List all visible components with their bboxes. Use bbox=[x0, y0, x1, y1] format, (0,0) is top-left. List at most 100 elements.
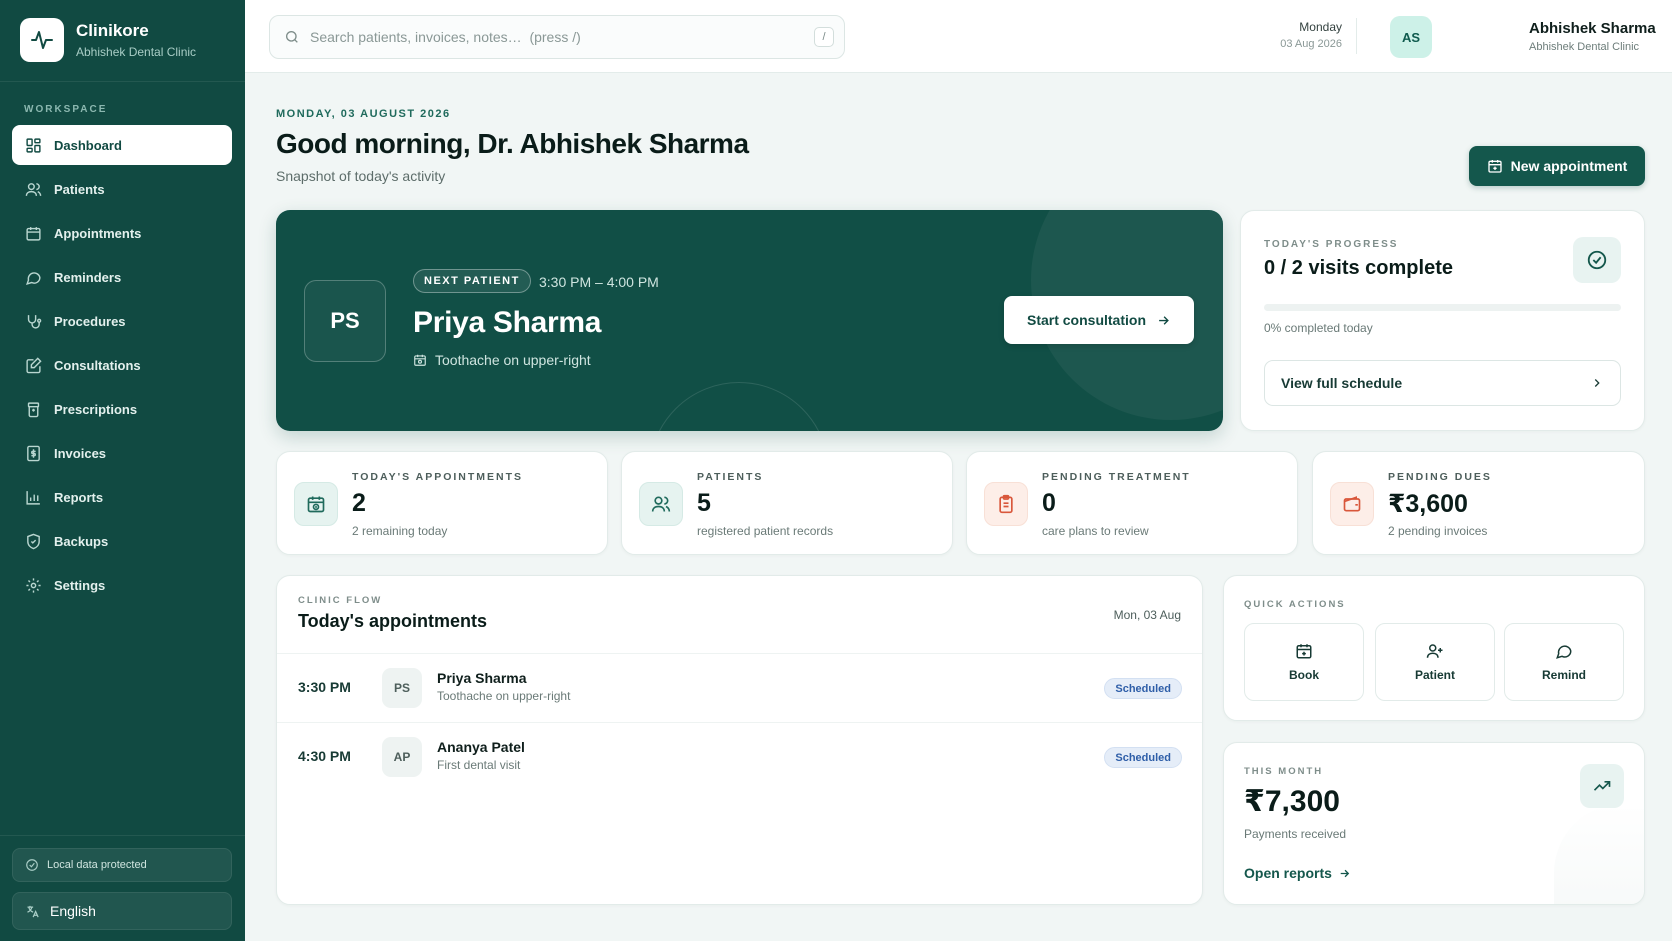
new-appointment-button[interactable]: New appointment bbox=[1469, 146, 1645, 186]
topbar: / Monday 03 Aug 2026 AS Abhishek Sharma … bbox=[245, 0, 1672, 73]
today-appointments-card: CLINIC FLOW Today's appointments Mon, 03… bbox=[276, 575, 1203, 905]
user-name: Abhishek Sharma bbox=[1529, 20, 1656, 37]
wallet-icon bbox=[1330, 482, 1374, 526]
sidebar-item-label: Consultations bbox=[54, 357, 141, 373]
stat-label: TODAY'S APPOINTMENTS bbox=[352, 471, 524, 483]
patient-name: Ananya Patel bbox=[437, 739, 525, 755]
stat-value: 5 bbox=[697, 489, 711, 517]
stat-patients[interactable]: PATIENTS 5 registered patient records bbox=[621, 451, 953, 555]
sidebar-item-prescriptions[interactable]: Prescriptions bbox=[12, 389, 232, 429]
sidebar-item-procedures[interactable]: Procedures bbox=[12, 301, 232, 341]
divider bbox=[0, 81, 245, 82]
next-patient-name: Priya Sharma bbox=[413, 306, 602, 339]
progress-title: 0 / 2 visits complete bbox=[1264, 257, 1453, 279]
gear-icon bbox=[24, 576, 42, 594]
sidebar-item-patients[interactable]: Patients bbox=[12, 169, 232, 209]
current-day: Monday bbox=[1299, 20, 1342, 34]
new-appointment-label: New appointment bbox=[1510, 158, 1628, 174]
quick-action-label: Remind bbox=[1541, 668, 1586, 682]
appointment-note: First dental visit bbox=[437, 758, 521, 772]
current-date: Monday 03 Aug 2026 bbox=[1280, 20, 1342, 50]
sidebar-item-consultations[interactable]: Consultations bbox=[12, 345, 232, 385]
calendar-clock-icon bbox=[294, 482, 338, 526]
stat-today-appointments[interactable]: TODAY'S APPOINTMENTS 2 2 remaining today bbox=[276, 451, 608, 555]
view-full-schedule-button[interactable]: View full schedule bbox=[1264, 360, 1621, 406]
stat-sub: care plans to review bbox=[1042, 524, 1149, 538]
clipboard-edit-icon bbox=[24, 356, 42, 374]
stat-pending-dues[interactable]: PENDING DUES ₹3,600 2 pending invoices bbox=[1312, 451, 1645, 555]
arrow-right-icon bbox=[1338, 867, 1351, 880]
sidebar-item-label: Prescriptions bbox=[54, 401, 138, 417]
sidebar-item-label: Procedures bbox=[54, 313, 126, 329]
chat-bubble-icon bbox=[1555, 642, 1573, 660]
bar-chart-icon bbox=[24, 488, 42, 506]
month-payments-label: Payments received bbox=[1244, 827, 1347, 841]
progress-eyebrow: TODAY'S PROGRESS bbox=[1264, 239, 1399, 250]
sidebar-item-reports[interactable]: Reports bbox=[12, 477, 232, 517]
sidebar-item-label: Appointments bbox=[54, 225, 142, 241]
avatar: PS bbox=[304, 280, 386, 362]
status-badge: Scheduled bbox=[1104, 678, 1182, 699]
check-circle-icon bbox=[25, 858, 39, 872]
open-reports-label: Open reports bbox=[1244, 865, 1332, 881]
divider bbox=[0, 835, 245, 836]
decor-ring bbox=[649, 382, 829, 431]
page-title: Good morning, Dr. Abhishek Sharma bbox=[276, 128, 749, 159]
pulse-logo-icon bbox=[20, 18, 64, 62]
sidebar-item-settings[interactable]: Settings bbox=[12, 565, 232, 605]
search-box[interactable]: / bbox=[269, 15, 845, 59]
appointment-time: 3:30 PM bbox=[298, 679, 351, 695]
quick-actions-eyebrow: QUICK ACTIONS bbox=[1244, 599, 1346, 610]
chat-bubble-icon bbox=[24, 268, 42, 286]
workspace-label: WORKSPACE bbox=[24, 104, 108, 115]
avatar: PS bbox=[382, 668, 422, 708]
start-consultation-button[interactable]: Start consultation bbox=[1004, 296, 1194, 344]
table-row[interactable]: 3:30 PM PS Priya Sharma Toothache on upp… bbox=[277, 654, 1202, 722]
calendar-clock-icon bbox=[413, 353, 427, 367]
sidebar-item-reminders[interactable]: Reminders bbox=[12, 257, 232, 297]
user-clinic: Abhishek Dental Clinic bbox=[1529, 41, 1640, 53]
stat-sub: 2 remaining today bbox=[352, 524, 448, 538]
sidebar-item-backups[interactable]: Backups bbox=[12, 521, 232, 561]
search-input[interactable] bbox=[310, 29, 790, 45]
avatar[interactable]: AS bbox=[1390, 16, 1432, 58]
progress-percent: 0% completed today bbox=[1264, 321, 1373, 335]
date-eyebrow: MONDAY, 03 AUGUST 2026 bbox=[276, 108, 451, 120]
appointments-title: Today's appointments bbox=[298, 611, 487, 631]
quick-action-remind-button[interactable]: Remind bbox=[1504, 623, 1624, 701]
calendar-plus-icon bbox=[1487, 158, 1503, 174]
quick-action-book-button[interactable]: Book bbox=[1244, 623, 1364, 701]
brand[interactable]: Clinikore Abhishek Dental Clinic bbox=[20, 18, 196, 62]
sidebar-item-invoices[interactable]: Invoices bbox=[12, 433, 232, 473]
sidebar-item-label: Dashboard bbox=[54, 137, 122, 153]
calendar-icon bbox=[24, 224, 42, 242]
current-date-text: 03 Aug 2026 bbox=[1280, 38, 1342, 50]
view-schedule-label: View full schedule bbox=[1281, 375, 1403, 391]
stat-label: PATIENTS bbox=[697, 471, 764, 483]
language-selector[interactable]: English bbox=[12, 892, 232, 930]
arrow-right-icon bbox=[1156, 313, 1171, 328]
sidebar-item-label: Invoices bbox=[54, 445, 107, 461]
chevron-right-icon bbox=[1590, 376, 1604, 390]
next-patient-note: Toothache on upper-right bbox=[413, 352, 591, 368]
user-menu[interactable]: Abhishek Sharma Abhishek Dental Clinic bbox=[1529, 20, 1669, 53]
stat-pending-treatment[interactable]: PENDING TREATMENT 0 care plans to review bbox=[966, 451, 1298, 555]
month-eyebrow: THIS MONTH bbox=[1244, 766, 1324, 777]
sidebar-item-appointments[interactable]: Appointments bbox=[12, 213, 232, 253]
today-progress-card: TODAY'S PROGRESS 0 / 2 visits complete 0… bbox=[1240, 210, 1645, 431]
trending-up-icon bbox=[1580, 764, 1624, 808]
divider bbox=[1356, 18, 1357, 54]
invoice-icon bbox=[24, 444, 42, 462]
decor-shape bbox=[1554, 803, 1644, 904]
check-circle-icon bbox=[1573, 237, 1621, 283]
next-patient-time: 3:30 PM – 4:00 PM bbox=[539, 274, 659, 290]
table-row[interactable]: 4:30 PM AP Ananya Patel First dental vis… bbox=[277, 723, 1202, 791]
sidebar-item-dashboard[interactable]: Dashboard bbox=[12, 125, 232, 165]
status-badge: Scheduled bbox=[1104, 747, 1182, 768]
quick-action-patient-button[interactable]: Patient bbox=[1375, 623, 1495, 701]
quick-action-label: Book bbox=[1289, 668, 1319, 682]
open-reports-link[interactable]: Open reports bbox=[1244, 865, 1351, 881]
stat-value: 2 bbox=[352, 489, 366, 517]
local-data-status: Local data protected bbox=[12, 848, 232, 882]
local-data-label: Local data protected bbox=[47, 859, 147, 871]
